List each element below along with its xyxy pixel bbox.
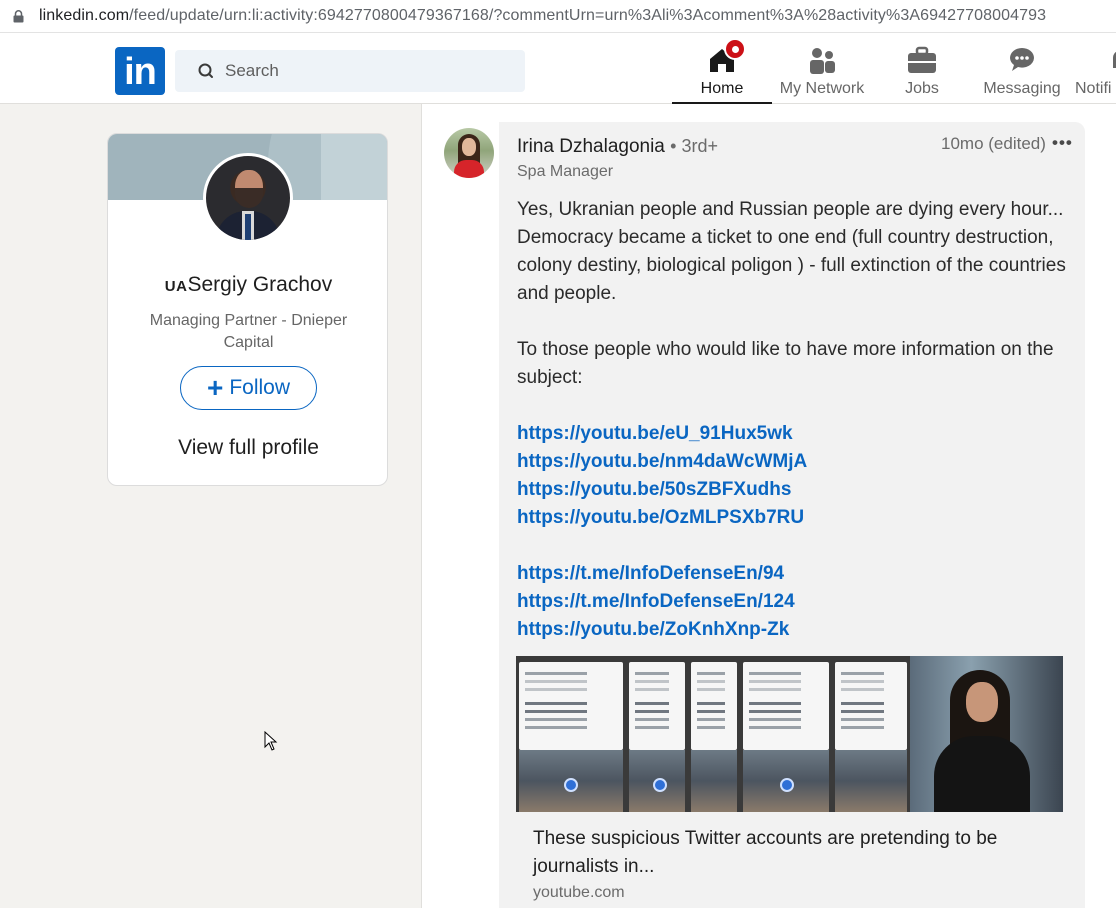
comment-link[interactable]: https://youtu.be/50sZBFXudhs — [517, 476, 1077, 504]
nav-label: Jobs — [905, 80, 939, 97]
comment-paragraph: To those people who would like to have m… — [517, 339, 1054, 388]
browser-address-bar[interactable]: linkedin.com/feed/update/urn:li:activity… — [0, 0, 1116, 33]
nav-label: Home — [700, 80, 744, 97]
lock-icon — [13, 9, 24, 23]
comment-body: Yes, Ukranian people and Russian people … — [517, 196, 1077, 644]
comment-author-headline: Spa Manager — [517, 163, 614, 180]
nav-notifications[interactable]: Notifi — [1073, 33, 1116, 104]
nav-label: My Network — [779, 80, 865, 97]
scrollbar[interactable] — [1108, 104, 1116, 908]
nav-my-network[interactable]: My Network — [772, 33, 872, 104]
bell-icon — [1103, 44, 1116, 76]
link-preview-title[interactable]: These suspicious Twitter accounts are pr… — [533, 825, 1053, 881]
thumbnail-panel — [688, 656, 740, 812]
comment-paragraph: Yes, Ukranian people and Russian people … — [517, 199, 1066, 304]
profile-avatar[interactable] — [203, 153, 293, 243]
search-icon — [197, 62, 215, 80]
comment-author[interactable]: Irina Dzhalagonia • 3rd+ — [517, 136, 718, 158]
thumbnail-panel — [832, 656, 910, 812]
nav-messaging[interactable]: Messaging — [972, 33, 1072, 104]
profile-name[interactable]: UASergiy Grachov — [108, 273, 387, 297]
top-nav-bar: in Home My Network Jobs Messaging — [0, 33, 1116, 104]
thumbnail-panel — [626, 656, 688, 812]
briefcase-icon — [906, 44, 938, 76]
thumbnail-presenter — [910, 656, 1063, 812]
thumbnail-panel — [516, 656, 626, 812]
url-text[interactable]: linkedin.com/feed/update/urn:li:activity… — [39, 7, 1046, 25]
link-preview-domain: youtube.com — [533, 884, 625, 901]
comment-link[interactable]: https://youtu.be/ZoKnhXnp-Zk — [517, 616, 1077, 644]
connection-degree: • 3rd+ — [670, 136, 718, 156]
flag-prefix: UA — [164, 278, 188, 295]
linkedin-logo[interactable]: in — [115, 47, 165, 95]
nav-home[interactable]: Home — [672, 33, 772, 104]
comment-link[interactable]: https://t.me/InfoDefenseEn/124 — [517, 588, 1077, 616]
view-full-profile-link[interactable]: View full profile — [108, 436, 387, 460]
search-input[interactable] — [225, 61, 505, 81]
commenter-avatar[interactable] — [444, 128, 494, 178]
search-box[interactable] — [175, 50, 525, 92]
more-options-icon[interactable]: ••• — [1052, 133, 1073, 153]
comment-timestamp: 10mo (edited) — [941, 134, 1046, 153]
notification-badge — [724, 38, 746, 60]
comment-link[interactable]: https://youtu.be/OzMLPSXb7RU — [517, 504, 1077, 532]
nav-label: Messaging — [983, 80, 1061, 97]
network-icon — [806, 44, 838, 76]
nav-label: Notifi — [1075, 80, 1112, 97]
messaging-icon — [1006, 44, 1038, 76]
home-icon — [706, 38, 746, 76]
mouse-cursor-icon — [264, 731, 278, 751]
profile-card: UASergiy Grachov Managing Partner - Dnie… — [107, 133, 388, 486]
comment-link[interactable]: https://youtu.be/eU_91Hux5wk — [517, 420, 1077, 448]
link-preview-thumbnail[interactable] — [516, 656, 1063, 812]
comment-link[interactable]: https://t.me/InfoDefenseEn/94 — [517, 560, 1077, 588]
thumbnail-panel — [740, 656, 832, 812]
plus-icon: + — [206, 372, 224, 403]
follow-button[interactable]: + Follow — [180, 366, 317, 410]
comment-link[interactable]: https://youtu.be/nm4daWcWMjA — [517, 448, 1077, 476]
profile-headline: Managing Partner - Dnieper Capital — [149, 312, 348, 351]
nav-jobs[interactable]: Jobs — [872, 33, 972, 104]
